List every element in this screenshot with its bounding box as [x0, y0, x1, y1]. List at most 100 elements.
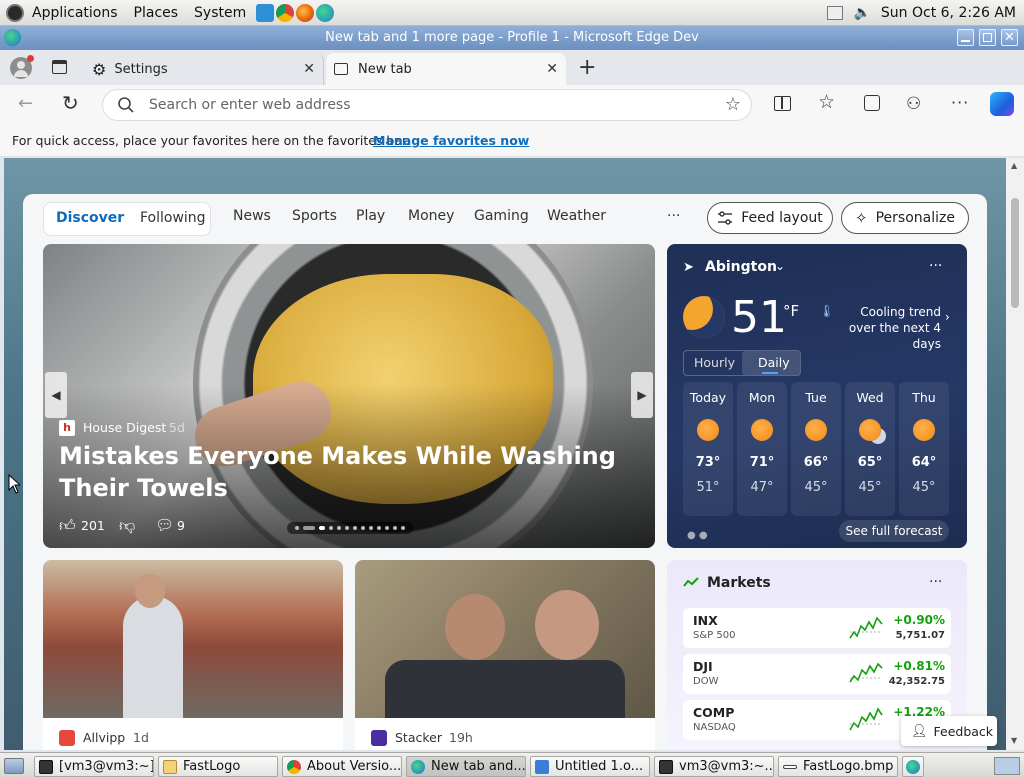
taskbar-item[interactable]: FastLogo [158, 756, 278, 777]
market-row[interactable]: INX S&P 500 +0.90% 5,751.07 [683, 608, 951, 648]
workspace-switcher[interactable] [994, 757, 1020, 775]
personalize-button[interactable]: ✧ Personalize [841, 202, 969, 234]
news-card[interactable]: Stacker 19h [355, 560, 655, 750]
carousel-prev-button[interactable]: ◀ [45, 372, 67, 418]
markets-more-icon[interactable]: ··· [929, 574, 942, 590]
extensions-icon[interactable]: ⚇ [906, 94, 921, 114]
card-source[interactable]: Stacker [395, 730, 442, 745]
gnome-foot-icon[interactable] [6, 3, 24, 22]
hourly-tab[interactable]: Hourly [694, 355, 735, 370]
more-options-icon[interactable]: ··· [951, 93, 969, 112]
tab-new-tab[interactable]: New tab ✕ [326, 53, 566, 85]
day-high: 73° [695, 455, 721, 470]
card-age: 19h [449, 730, 473, 745]
news-card[interactable]: Allvipp 1d [43, 560, 343, 750]
nav-money[interactable]: Money [408, 208, 454, 224]
system-menu[interactable]: System [186, 0, 254, 26]
edge-tray-icon[interactable] [902, 756, 924, 777]
window-titlebar[interactable]: New tab and 1 more page - Profile 1 - Mi… [0, 26, 1024, 50]
weather-trend[interactable]: Cooling trend over the next 4 days [835, 304, 941, 352]
card-source[interactable]: Allvipp [83, 730, 125, 745]
nav-more-icon[interactable]: ··· [667, 208, 680, 224]
see-full-forecast-button[interactable]: See full forecast [839, 520, 949, 542]
back-icon[interactable]: ← [18, 93, 33, 114]
taskbar-item[interactable]: About Versio... [282, 756, 402, 777]
taskbar-item[interactable]: vm3@vm3:~... [654, 756, 774, 777]
comment-icon[interactable]: 💬︎ [155, 516, 174, 534]
weather-page-dots[interactable]: ● ● [687, 530, 708, 541]
market-name: S&P 500 [693, 630, 736, 641]
nav-play[interactable]: Play [356, 208, 385, 224]
dislike-icon[interactable]: 👎︎ [119, 516, 135, 536]
weather-more-icon[interactable]: ··· [929, 258, 942, 274]
daily-indicator [762, 372, 778, 374]
location-chevron-icon[interactable]: ⌄ [775, 259, 785, 273]
address-bar[interactable]: Search or enter web address ☆ [102, 89, 752, 121]
feed-layout-button[interactable]: Feed layout [707, 202, 833, 234]
sun-icon [805, 419, 827, 441]
forecast-day[interactable]: Mon 71° 47° [737, 382, 787, 516]
market-change: +0.81% [893, 659, 945, 673]
network-icon[interactable] [827, 6, 844, 20]
new-tab-button[interactable]: + [578, 55, 596, 80]
refresh-icon[interactable]: ↻ [62, 91, 79, 115]
nav-sports[interactable]: Sports [292, 208, 337, 224]
minimize-button[interactable] [957, 29, 974, 46]
chrome-launcher-icon[interactable] [276, 3, 295, 22]
vscode-launcher-icon[interactable] [256, 3, 275, 22]
tab-following[interactable]: Following [140, 210, 206, 226]
carousel-dots[interactable] [287, 522, 413, 534]
applications-menu[interactable]: Applications [24, 0, 126, 26]
firefox-launcher-icon[interactable] [296, 3, 315, 22]
feedback-button[interactable]: 👤︎ Feedback [901, 716, 997, 746]
favorite-star-icon[interactable]: ☆ [725, 94, 741, 115]
scroll-down-arrow-icon[interactable]: ▼ [1011, 736, 1017, 745]
hero-likes: 201 [81, 518, 105, 533]
nav-news[interactable]: News [233, 208, 271, 224]
tab-actions-icon[interactable] [52, 60, 67, 74]
page-scrollbar[interactable]: ▲ ▼ [1006, 158, 1024, 750]
clock[interactable]: Sun Oct 6, 2:26 AM [881, 5, 1016, 21]
like-icon[interactable]: 👍︎ [59, 516, 76, 536]
volume-icon[interactable]: 🔈 [853, 5, 870, 21]
carousel-next-button[interactable]: ▶ [631, 372, 653, 418]
weather-location[interactable]: Abington [705, 259, 777, 275]
show-desktop-icon[interactable] [4, 758, 24, 774]
taskbar-item[interactable]: New tab and... [406, 756, 526, 777]
close-tab-new-tab-icon[interactable]: ✕ [546, 61, 558, 77]
close-button[interactable]: ✕ [1001, 29, 1018, 46]
forecast-day[interactable]: Thu 64° 45° [899, 382, 949, 516]
taskbar-item[interactable]: FastLogo.bmp [778, 756, 898, 777]
collections-icon[interactable] [864, 95, 880, 111]
taskbar-item[interactable]: [vm3@vm3:~] [34, 756, 154, 777]
markets-title[interactable]: Markets [707, 575, 771, 591]
maximize-button[interactable] [979, 29, 996, 46]
tab-settings[interactable]: ⚙ Settings ✕ [84, 53, 324, 85]
nav-gaming[interactable]: Gaming [474, 208, 529, 224]
weather-card[interactable]: ➤ Abington ⌄ ··· 51 °F 🌡︎ Cooling trend … [667, 244, 967, 548]
favorites-icon[interactable]: ☆ [818, 91, 835, 113]
forecast-day[interactable]: Tue 66° 45° [791, 382, 841, 516]
manage-favorites-link[interactable]: Manage favorites now [373, 133, 529, 148]
hero-card[interactable]: ◀ ▶ h House Digest 5d Mistakes Everyone … [43, 244, 655, 548]
taskbar-item[interactable]: Untitled 1.o... [530, 756, 650, 777]
terminal-icon [659, 759, 673, 774]
copilot-icon[interactable] [990, 92, 1014, 116]
nav-weather[interactable]: Weather [547, 208, 606, 224]
favorites-bar: For quick access, place your favorites h… [0, 125, 1024, 157]
forecast-day[interactable]: Today 73° 51° [683, 382, 733, 516]
edge-dev-launcher-icon[interactable] [316, 3, 335, 22]
markets-card[interactable]: Markets ··· INX S&P 500 +0.90% 5,751.07 … [667, 560, 997, 750]
hero-source[interactable]: House Digest [83, 420, 166, 435]
trend-chevron-icon[interactable]: › [945, 310, 950, 324]
hero-headline[interactable]: Mistakes Everyone Makes While Washing Th… [59, 440, 619, 504]
tab-discover[interactable]: Discover [56, 210, 124, 226]
scroll-thumb[interactable] [1011, 198, 1019, 308]
forecast-day[interactable]: Wed 65° 45° [845, 382, 895, 516]
market-row[interactable]: DJI DOW +0.81% 42,352.75 [683, 654, 951, 694]
profile-icon[interactable] [10, 55, 34, 79]
places-menu[interactable]: Places [126, 0, 187, 26]
scroll-up-arrow-icon[interactable]: ▲ [1011, 161, 1017, 170]
split-screen-icon[interactable] [774, 96, 791, 111]
close-tab-settings-icon[interactable]: ✕ [303, 61, 315, 77]
